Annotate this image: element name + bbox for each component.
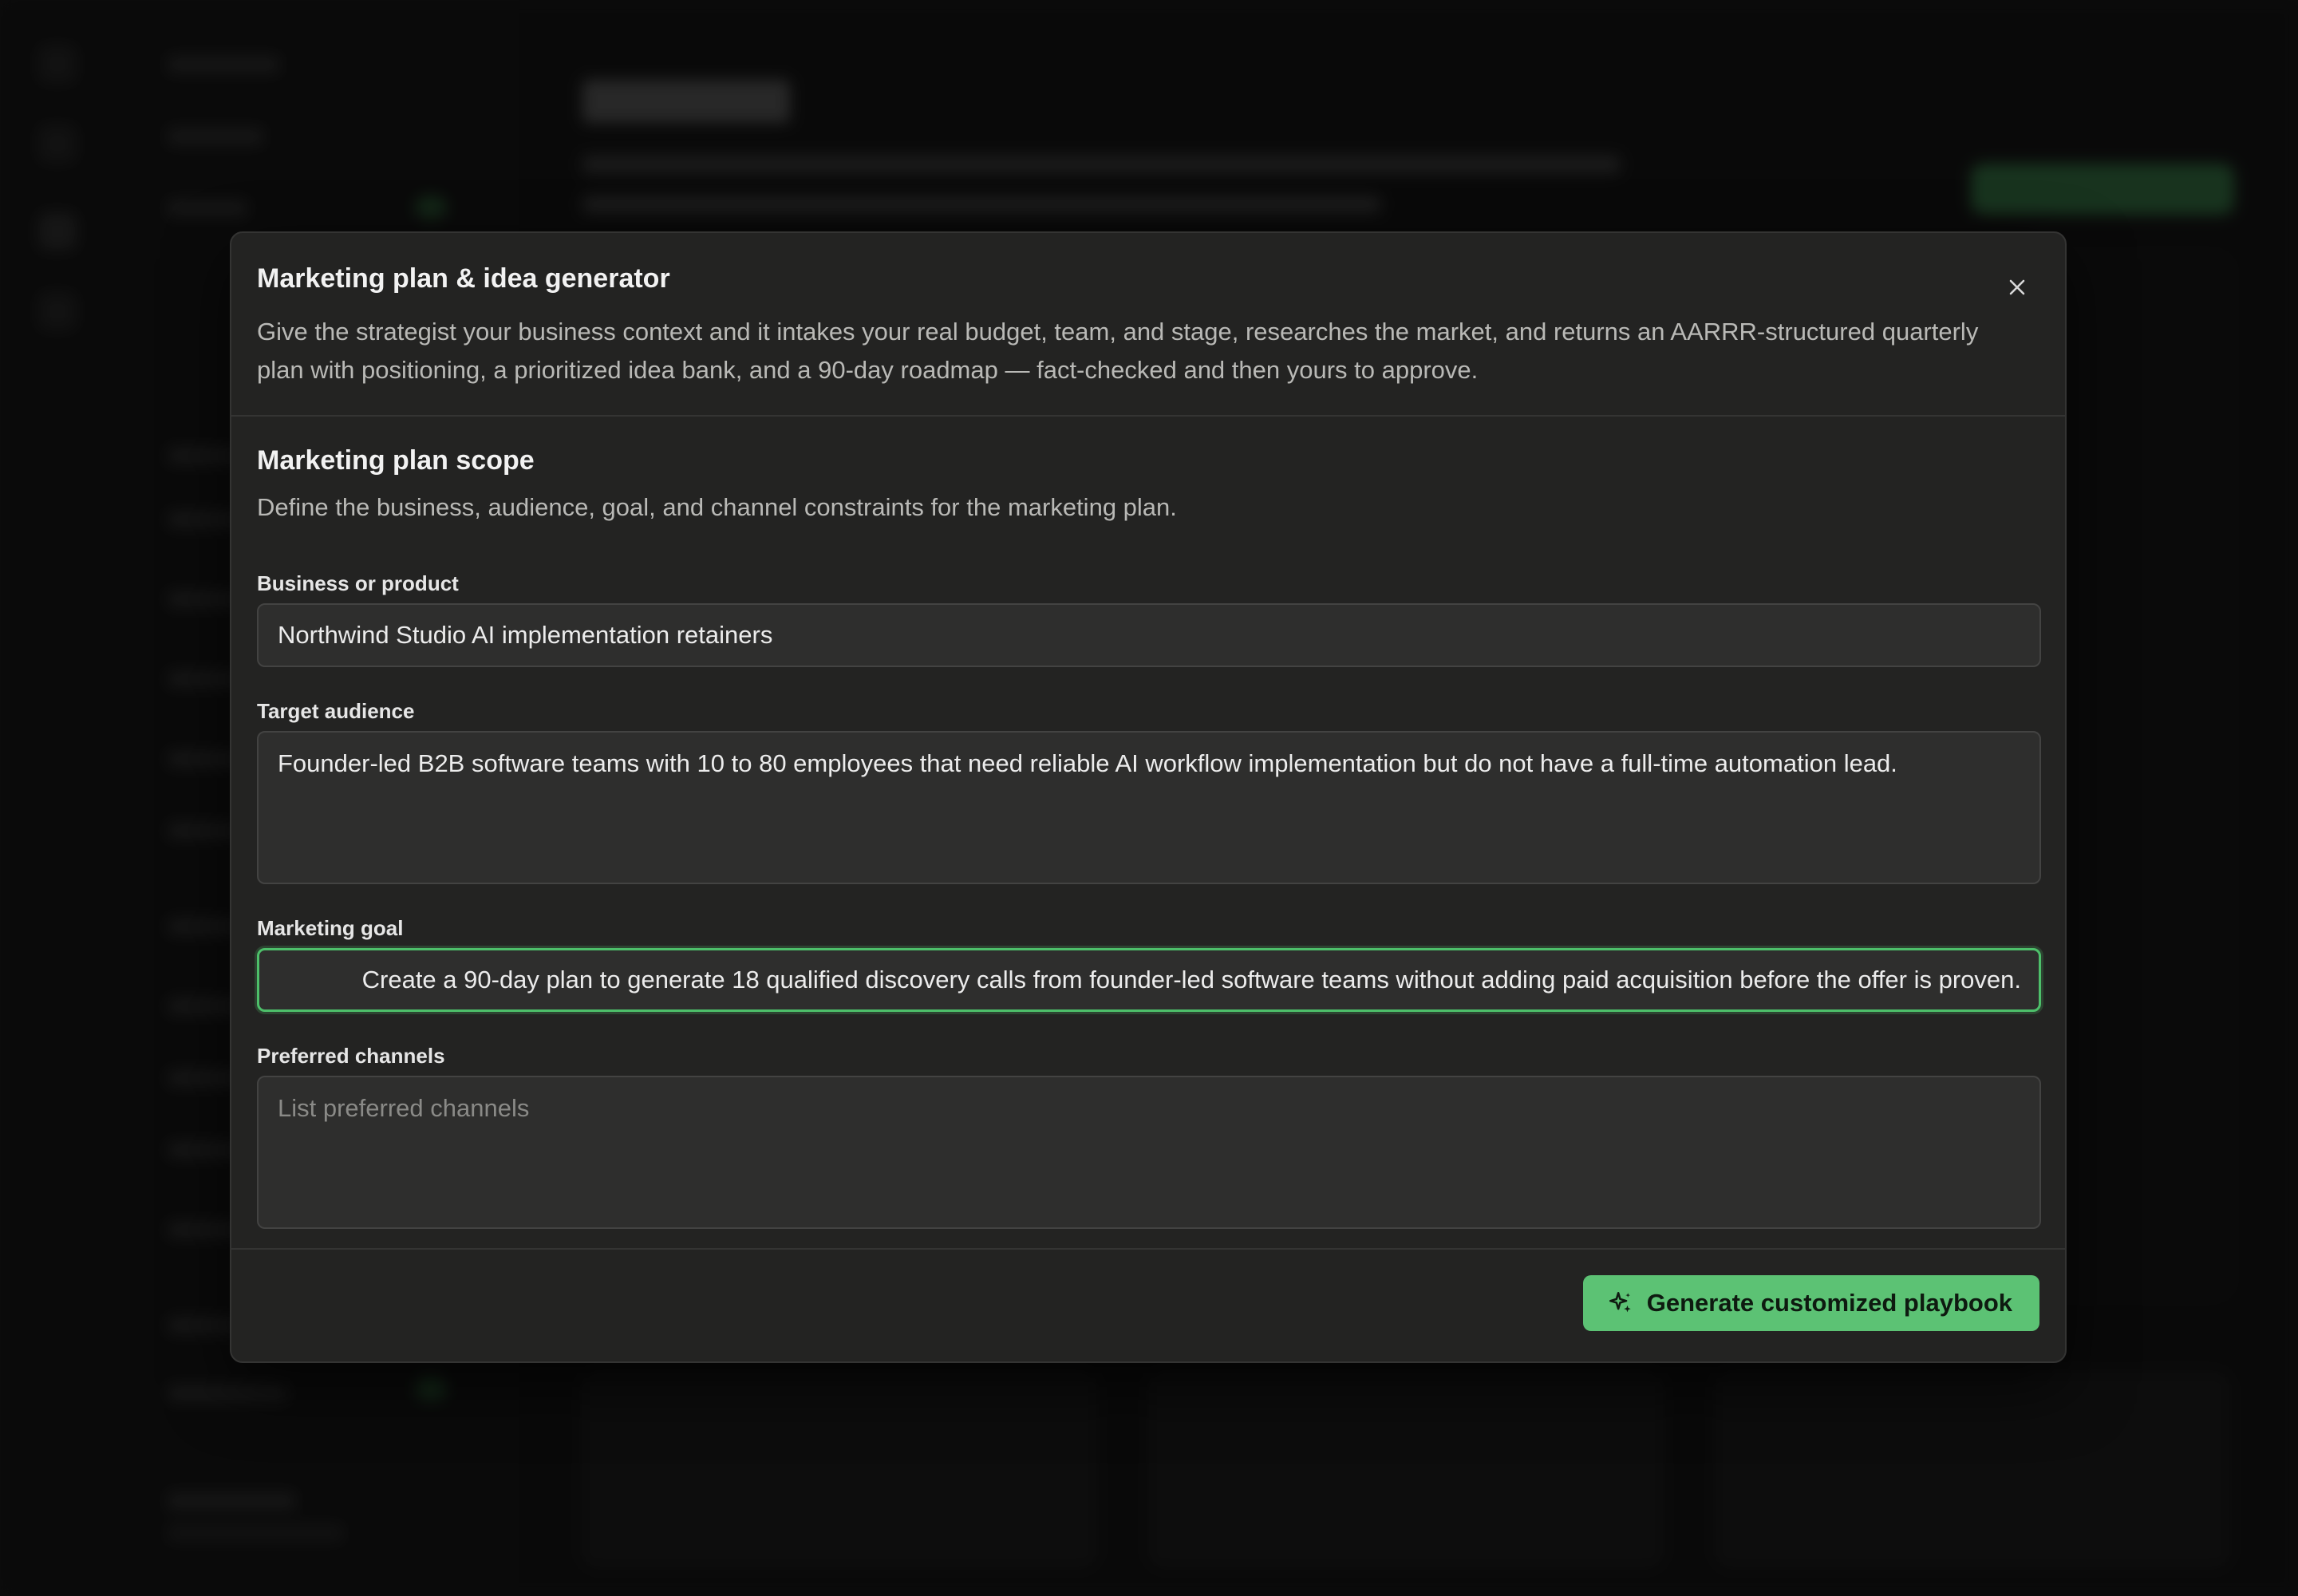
channels-label: Preferred channels — [257, 1044, 445, 1068]
modal-footer: Generate customized playbook — [231, 1248, 2065, 1361]
business-input[interactable] — [257, 603, 2041, 667]
modal-header: Marketing plan & idea generator Give the… — [231, 233, 2065, 417]
modal-description: Give the strategist your business contex… — [257, 318, 1979, 384]
modal-title: Marketing plan & idea generator — [257, 263, 670, 294]
generate-playbook-label: Generate customized playbook — [1646, 1289, 2012, 1317]
goal-input-value: Create a 90-day plan to generate 18 qual… — [361, 966, 2021, 994]
business-label: Business or product — [257, 571, 459, 595]
goal-input[interactable]: Create a 90-day plan to generate 18 qual… — [257, 948, 2041, 1012]
section-description: Define the business, audience, goal, and… — [257, 493, 1177, 521]
generate-playbook-button[interactable]: Generate customized playbook — [1582, 1275, 2039, 1331]
goal-label: Marketing goal — [257, 916, 404, 940]
close-button[interactable] — [2001, 271, 2033, 303]
channels-textarea[interactable] — [257, 1076, 2041, 1229]
sparkle-icon — [1609, 1291, 1631, 1313]
close-icon — [2009, 279, 2025, 295]
audience-textarea[interactable]: Founder-led B2B software teams with 10 t… — [257, 731, 2041, 884]
audience-label: Target audience — [257, 699, 415, 723]
marketing-plan-modal: Marketing plan & idea generator Give the… — [230, 231, 2067, 1363]
section-title: Marketing plan scope — [257, 445, 535, 476]
